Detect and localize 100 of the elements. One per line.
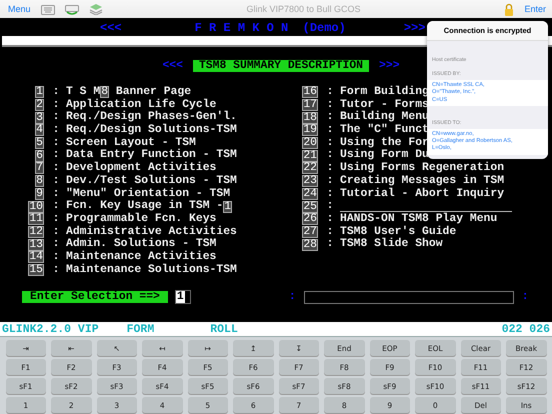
keyboard-icon[interactable] — [40, 4, 55, 14]
lock-icon[interactable] — [504, 2, 514, 16]
separator-colon: : — [52, 86, 60, 99]
option-number: 21 — [302, 150, 318, 162]
separator-colon: : — [52, 136, 60, 150]
status-text: FORM — [126, 322, 154, 336]
separator-colon: : — [52, 174, 60, 188]
heading-arrows: >>> — [379, 60, 400, 72]
prompt-label: Enter Selection ==> — [22, 291, 168, 304]
option-number: 15 — [28, 264, 44, 276]
option-label: Admin. Solutions - TSM — [66, 238, 216, 250]
banner-arrows: <<< — [100, 21, 122, 35]
separator-colon: : — [326, 136, 334, 150]
option-number: 20 — [302, 137, 318, 150]
option-label: "Menu" Orientation - TSM — [66, 188, 230, 200]
option-label: Creating Messages in TSM — [340, 174, 504, 188]
option-label: Data Entry Function - TSM — [66, 149, 237, 162]
option-number: 26 — [302, 213, 318, 226]
option-label: Screen Layout - TSM — [66, 136, 196, 149]
menu-button[interactable]: Menu — [8, 4, 31, 14]
option-label: Programmable Fcn. Keys — [66, 212, 216, 226]
option-number: 19 — [302, 124, 318, 136]
separator-colon: : — [326, 98, 334, 112]
separator-colon: : — [326, 200, 334, 213]
option-number: 17 — [302, 99, 318, 112]
option-label: Dev./Test Solutions - TSM — [66, 174, 237, 188]
option-label: Administrative Activities — [66, 226, 237, 238]
status-text: GLINK2.2.0 VIP — [2, 322, 99, 336]
option-label: Tutorial - Abort Inquiry — [340, 188, 504, 200]
option-number: 22 — [302, 162, 318, 174]
option-label: The "C" Funct — [340, 124, 429, 136]
option-label: Fcn. Key Usage in TSM - — [66, 200, 224, 212]
option-number: 14 — [28, 251, 44, 264]
option-label: Banner Page — [114, 86, 192, 98]
separator-colon: : — [326, 162, 334, 175]
option-number: 13 — [28, 238, 44, 251]
option-number: 12 — [28, 226, 44, 238]
option-number: 9 — [35, 188, 44, 200]
option-number: 27 — [302, 226, 318, 238]
separator-colon: : — [52, 124, 60, 137]
banner-title: F R E M K O N (Demo) — [194, 21, 346, 35]
option-label: Req./Design Phases-Gen'l. — [66, 111, 237, 124]
separator-colon: : — [52, 200, 60, 213]
option-label: Maintenance Solutions-TSM — [66, 264, 237, 276]
separator-colon: : — [326, 86, 334, 99]
separator-colon: : — [326, 238, 334, 251]
separator-colon: : — [326, 188, 334, 200]
option-number: 7 — [35, 162, 44, 174]
option-label: Req./Design Solutions-TSM — [66, 124, 237, 137]
separator-colon: : — [52, 149, 60, 162]
separator-colon: : — [52, 226, 60, 238]
selection-input[interactable]: 1 — [174, 290, 191, 304]
option-number: 16 — [302, 86, 318, 98]
option-label: Using the For — [340, 136, 429, 149]
option-number: 18 — [302, 112, 318, 124]
option-label: Using Forms Regeneration — [340, 162, 504, 174]
layers-icon[interactable] — [88, 3, 103, 15]
option-number: 2 — [35, 99, 44, 112]
key-number: 1 — [223, 200, 232, 213]
heading-title: TSM8 SUMMARY DESCRIPTION — [192, 60, 370, 72]
separator-colon: : — [52, 188, 60, 200]
separator-colon: : — [52, 162, 60, 175]
separator-colon: : — [326, 212, 334, 226]
window-title: Glink VIP7800 to Bull GCOS — [245, 4, 362, 14]
separator-colon: : — [326, 149, 334, 162]
option-number: 11 — [28, 213, 44, 226]
option-number: 1 — [35, 86, 44, 98]
option-label: HANDS-ON TSM8 Play Menu — [340, 212, 498, 226]
separator-colon: : — [326, 111, 334, 124]
separator-colon: : — [52, 111, 60, 124]
separator-colon: : — [52, 264, 60, 276]
option-number: 4 — [35, 124, 44, 136]
option-number: 3 — [35, 112, 44, 124]
separator-colon: : — [326, 124, 334, 137]
status-text: ROLL — [210, 322, 238, 336]
enter-button[interactable]: Enter — [524, 4, 546, 14]
separator-colon: : — [326, 226, 334, 238]
option-number: 25 — [302, 200, 318, 213]
option-label: TSM8 User's Guide — [340, 226, 456, 238]
option-number: 5 — [35, 137, 44, 150]
option-number: 24 — [302, 188, 318, 200]
option-label: Maintenance Activities — [66, 250, 216, 264]
option-label: T S M — [66, 86, 100, 98]
option-label: Tutor - Forms — [340, 98, 429, 111]
separator-colon: : — [326, 174, 334, 188]
option-label: Development Activities — [66, 162, 216, 174]
option-label: Application Life Cycle — [66, 98, 216, 111]
banner-arrows: >>> — [404, 21, 426, 35]
key-number: 8 — [100, 86, 110, 98]
option-number: 10 — [28, 200, 44, 213]
field-colon: : — [522, 291, 529, 304]
cursor-position: 022 026 — [502, 322, 550, 336]
separator-colon: : — [52, 212, 60, 226]
separator-colon: : — [52, 98, 60, 112]
option-number: 23 — [302, 175, 318, 188]
option-label: Form Building — [340, 86, 429, 99]
separator-colon: : — [52, 250, 60, 264]
keyboard-icon[interactable] — [64, 4, 79, 14]
input-field[interactable] — [304, 290, 514, 304]
option-number: 28 — [302, 238, 318, 251]
